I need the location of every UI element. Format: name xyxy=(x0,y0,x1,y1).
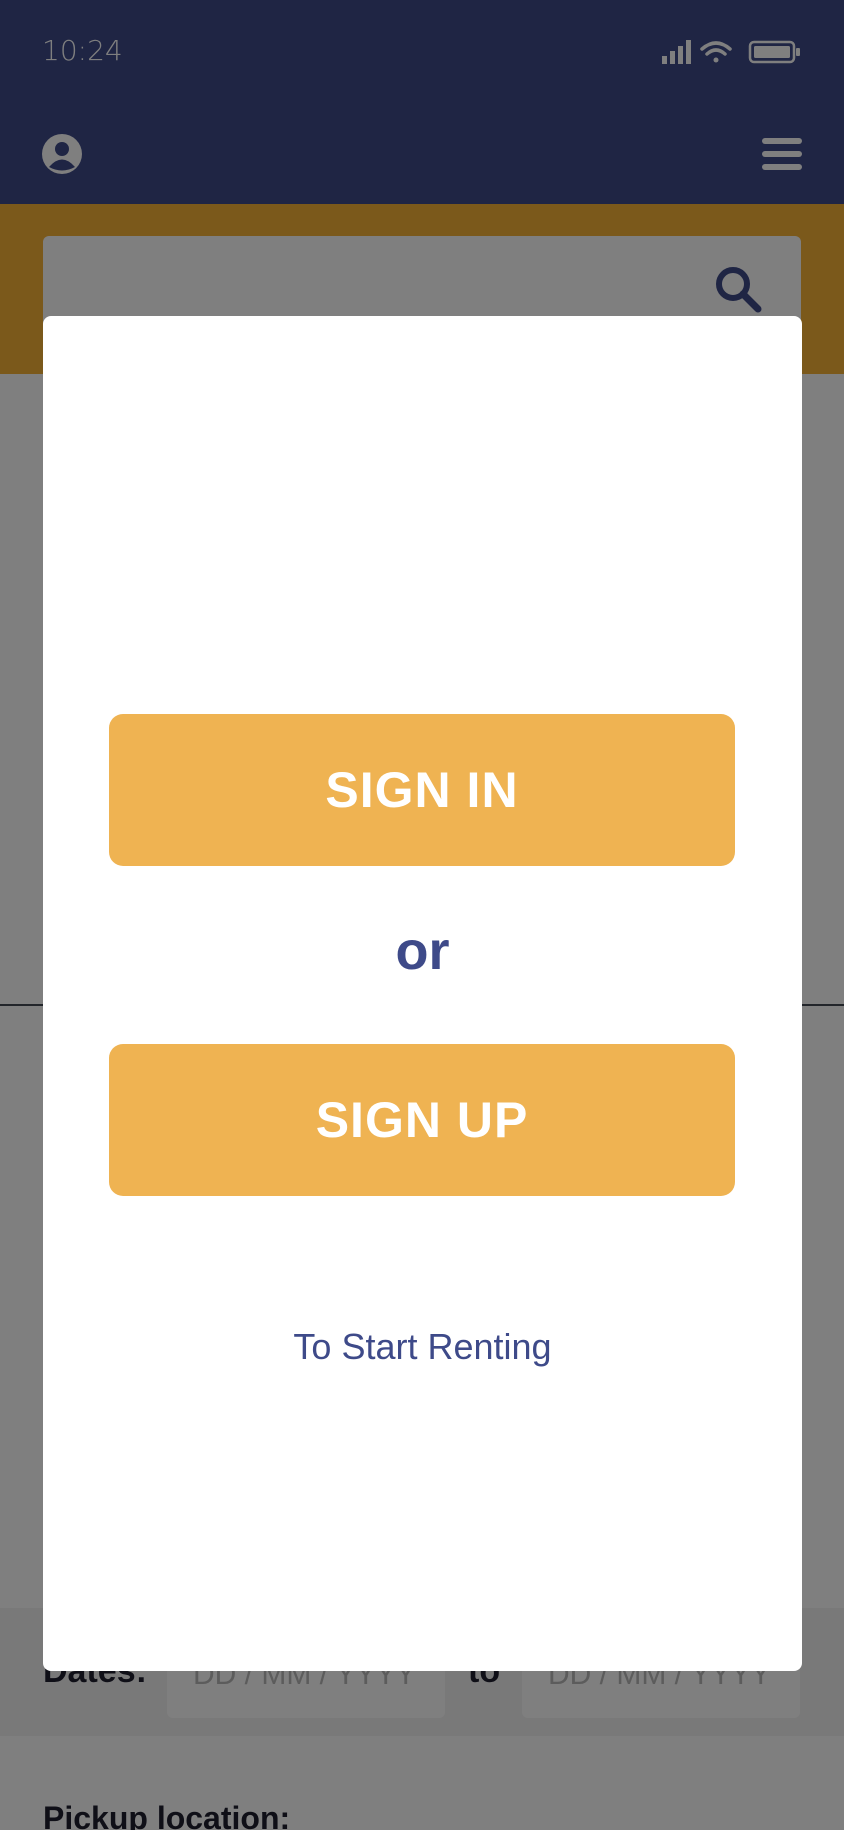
sign-in-button[interactable]: SIGN IN xyxy=(109,714,735,866)
or-separator: or xyxy=(395,921,450,981)
modal-tagline: To Start Renting xyxy=(293,1326,552,1367)
auth-modal: SIGN IN or SIGN UP To Start Renting xyxy=(43,316,802,1671)
sign-up-button[interactable]: SIGN UP xyxy=(109,1044,735,1196)
